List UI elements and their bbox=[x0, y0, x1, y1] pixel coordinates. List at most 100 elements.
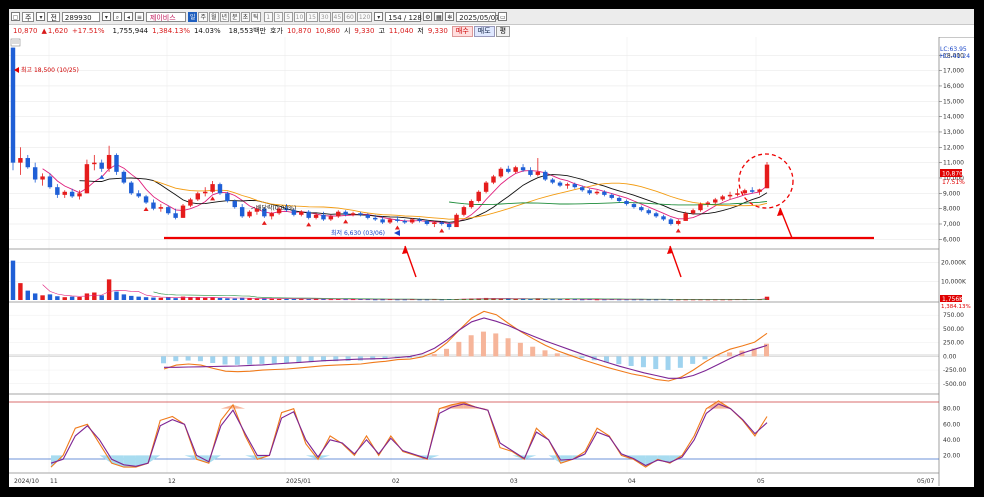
period-button-5[interactable]: 초 bbox=[240, 11, 251, 22]
volume-bar bbox=[32, 293, 38, 300]
macd-histogram-bar bbox=[640, 356, 646, 368]
volume-bar bbox=[269, 298, 274, 300]
volume-bar bbox=[202, 297, 208, 300]
volume-bar bbox=[55, 296, 60, 300]
volume-bar bbox=[25, 290, 31, 300]
stock-chart-window: ▢ 주 ▾ 전 289930 ▾ ⌕ ◂ ≡ 제이비스 일주월년분초틱 1351… bbox=[9, 9, 974, 487]
minute-button-10[interactable]: 10 bbox=[293, 11, 306, 22]
dropdown-icon[interactable]: ▾ bbox=[36, 12, 46, 21]
volume-bar bbox=[217, 297, 223, 300]
stock-code-input[interactable]: 289930 bbox=[61, 11, 100, 22]
candle bbox=[616, 197, 622, 201]
candle bbox=[543, 171, 548, 180]
minute-buttons: 1 3 5 10 15 30 45 60 120 bbox=[263, 11, 373, 22]
candle bbox=[225, 193, 230, 201]
volume-pct-tag: 1,384.13% bbox=[941, 304, 971, 310]
volume-bar bbox=[173, 298, 178, 300]
ask-price-2: 10,860 bbox=[315, 27, 340, 35]
minute-button-60[interactable]: 60 bbox=[344, 11, 356, 22]
candle bbox=[217, 184, 223, 194]
low-price: 9,330 bbox=[427, 27, 448, 35]
period-select[interactable]: 주 bbox=[22, 11, 35, 22]
volume-bar bbox=[262, 298, 267, 300]
candle bbox=[395, 219, 400, 221]
macd-tick-3: 0.00 bbox=[943, 353, 957, 360]
candle bbox=[705, 202, 711, 205]
max-price-marker: 최고 18,500 (10/25) bbox=[14, 66, 79, 74]
minute-button-30[interactable]: 30 bbox=[318, 11, 331, 22]
candle bbox=[454, 214, 459, 228]
candle bbox=[402, 220, 408, 223]
stock-name-field[interactable]: 제이비스 bbox=[145, 11, 186, 22]
price-tick-10: 8,000 bbox=[943, 206, 960, 213]
candle bbox=[609, 194, 614, 198]
date-field[interactable]: 2025/05/07 bbox=[456, 11, 500, 22]
volume-ratio: 1,384.13% bbox=[152, 27, 190, 35]
candle bbox=[735, 193, 740, 195]
candle bbox=[409, 219, 415, 223]
candle bbox=[742, 190, 748, 194]
window-icon[interactable]: ▢ bbox=[11, 12, 20, 21]
macd-histogram-bar bbox=[197, 356, 203, 362]
amount-value: 18,553백만 bbox=[228, 27, 267, 35]
market-select[interactable]: 전 bbox=[47, 11, 60, 22]
volume-tick-0: 20,000K bbox=[941, 260, 967, 267]
candle bbox=[417, 219, 422, 221]
minute-button-5[interactable]: 5 bbox=[283, 11, 293, 22]
candle bbox=[321, 214, 326, 220]
sell-button[interactable]: 매도 bbox=[473, 25, 495, 37]
price-tick-6: 12,000 bbox=[943, 144, 964, 151]
volume-bar bbox=[10, 260, 16, 300]
minute-button-15[interactable]: 15 bbox=[306, 11, 318, 22]
minute-button-45[interactable]: 45 bbox=[331, 11, 344, 22]
period-button-2[interactable]: 월 bbox=[208, 11, 219, 22]
volume-bar bbox=[299, 299, 304, 300]
period-button-4[interactable]: 분 bbox=[230, 11, 240, 22]
period-button-1[interactable]: 주 bbox=[198, 11, 208, 22]
extra-button[interactable]: 평 bbox=[495, 25, 511, 37]
candle bbox=[372, 217, 378, 220]
settings-icon[interactable]: ⚙ bbox=[423, 12, 433, 21]
candle bbox=[439, 222, 444, 224]
chart-area[interactable]: 최고 18,500 (10/25) 최저 6,630 (03/06) 배당락(0… bbox=[9, 37, 974, 487]
code-dropdown-icon[interactable]: ▾ bbox=[101, 12, 111, 21]
volume-bar bbox=[276, 298, 282, 300]
volume-bar bbox=[47, 294, 53, 300]
candle bbox=[195, 193, 201, 200]
search-icon[interactable]: ⌕ bbox=[112, 12, 122, 21]
macd-histogram-bar bbox=[517, 342, 523, 357]
list-icon[interactable]: ≡ bbox=[134, 12, 144, 21]
candle bbox=[572, 184, 578, 188]
period-button-3[interactable]: 년 bbox=[219, 11, 230, 22]
macd-histogram-bar bbox=[505, 338, 511, 357]
date-picker-icon[interactable]: ▭ bbox=[498, 12, 508, 21]
candle bbox=[343, 211, 348, 215]
minute-button-3[interactable]: 3 bbox=[273, 11, 283, 22]
candle bbox=[764, 164, 770, 189]
minute-button-1[interactable]: 1 bbox=[263, 11, 273, 22]
macd-histogram-bar bbox=[456, 341, 462, 357]
prev-next-icon[interactable]: ◂ bbox=[123, 12, 133, 21]
volume-bar bbox=[225, 298, 230, 300]
calendar-icon[interactable]: ▦ bbox=[434, 12, 444, 21]
minute-button-120[interactable]: 120 bbox=[356, 11, 373, 22]
buy-button[interactable]: 매수 bbox=[451, 25, 473, 37]
period-button-6[interactable]: 틱 bbox=[251, 11, 261, 22]
candle bbox=[646, 210, 651, 214]
candle bbox=[299, 211, 304, 215]
stoch-tick-3: 20.00 bbox=[943, 452, 960, 459]
period-button-0[interactable]: 일 bbox=[187, 11, 198, 22]
candle bbox=[506, 168, 511, 172]
ask-price-1: 10,870 bbox=[286, 27, 312, 35]
macd-tick-4: -250.00 bbox=[943, 367, 966, 374]
macd-histogram-bar bbox=[271, 356, 277, 364]
macd-tick-0: 750.00 bbox=[943, 312, 964, 319]
candle bbox=[313, 214, 319, 218]
count-display[interactable]: 154 / 128 bbox=[385, 11, 422, 22]
volume-bar bbox=[62, 297, 67, 300]
macd-histogram-bar bbox=[653, 356, 659, 370]
candle bbox=[476, 191, 481, 201]
caret-icon[interactable]: ▾ bbox=[374, 12, 384, 21]
candle bbox=[69, 191, 75, 197]
gear-icon[interactable]: ✻ bbox=[445, 12, 455, 21]
